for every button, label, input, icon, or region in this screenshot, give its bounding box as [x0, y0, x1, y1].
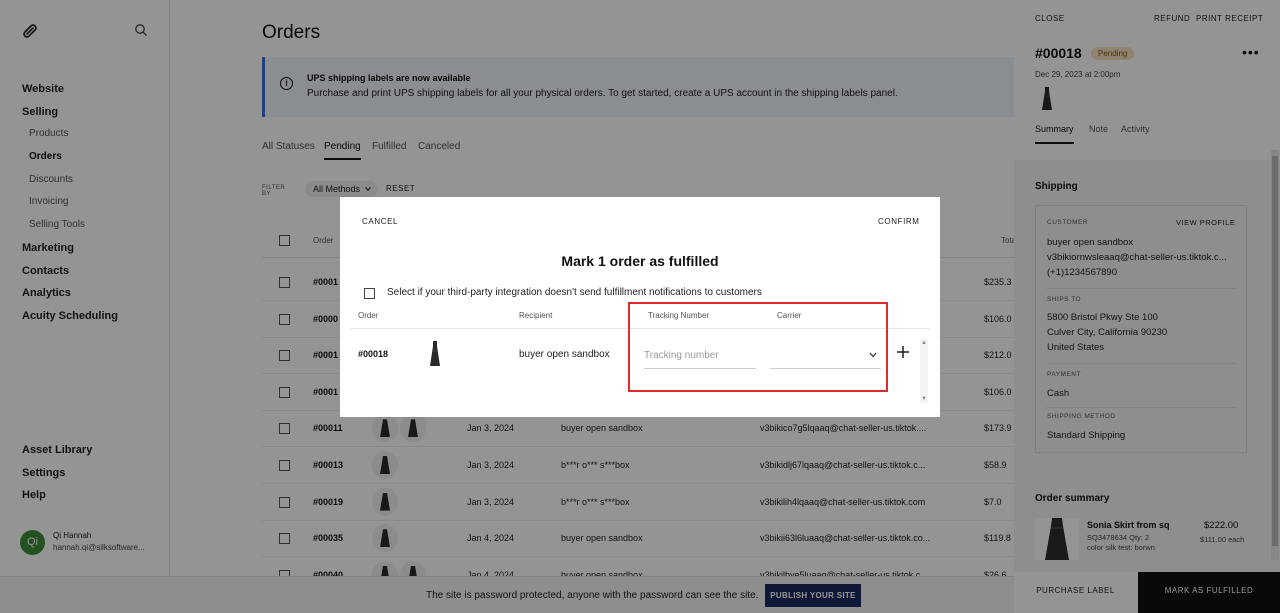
mark-fulfilled-modal: CANCEL CONFIRM Mark 1 order as fulfilled…	[340, 197, 940, 417]
modal-confirm-button[interactable]: CONFIRM	[878, 217, 920, 226]
scroll-up-icon[interactable]: ▲	[920, 339, 928, 347]
tracking-carrier-highlight-box	[628, 302, 888, 392]
add-tracking-plus-icon[interactable]	[896, 345, 910, 359]
modal-cancel-button[interactable]: CANCEL	[362, 217, 398, 226]
dress-product-thumbnail	[430, 341, 440, 366]
modal-title: Mark 1 order as fulfilled	[561, 253, 719, 269]
modal-order-number: #00018	[358, 349, 389, 359]
scroll-down-icon[interactable]: ▼	[920, 395, 928, 403]
third-party-notification-checkbox[interactable]	[364, 288, 375, 299]
modal-header-order: Order	[358, 311, 379, 320]
third-party-notification-label[interactable]: Select if your third-party integration d…	[387, 287, 762, 298]
modal-header-recipient: Recipient	[519, 311, 553, 320]
modal-recipient: buyer open sandbox	[519, 349, 610, 360]
modal-scrollbar[interactable]: ▲ ▼	[920, 339, 928, 403]
